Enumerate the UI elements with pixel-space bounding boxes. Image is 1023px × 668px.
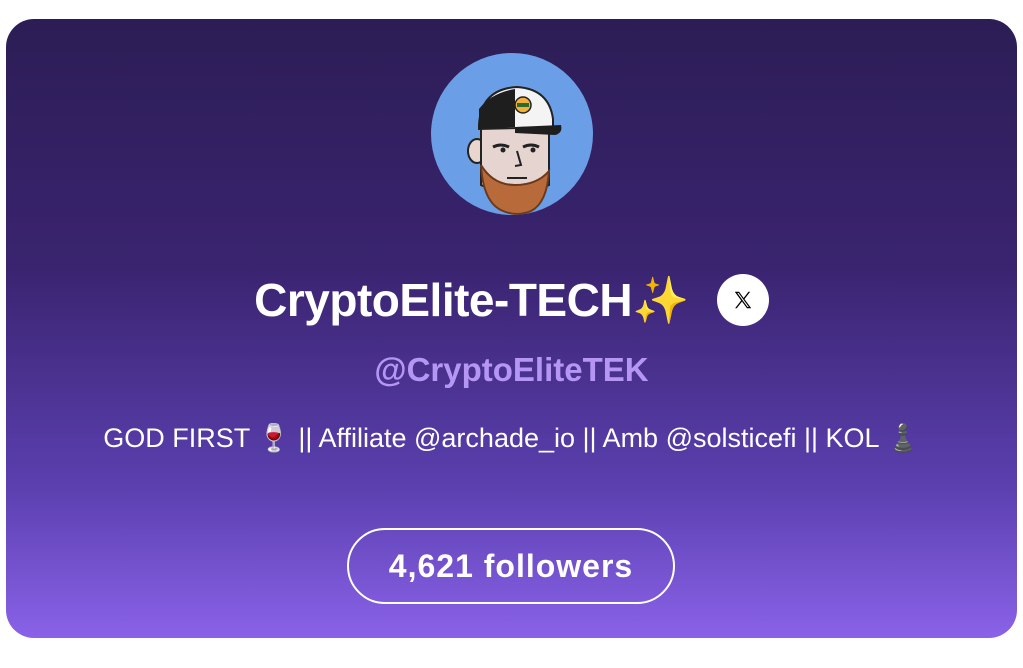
followers-button[interactable]: 4,621 followers <box>347 528 675 604</box>
profile-handle[interactable]: @CryptoEliteTEK <box>6 351 1017 389</box>
profile-card: CryptoElite-TECH✨ @CryptoEliteTEK GOD FI… <box>6 19 1017 638</box>
avatar-cartoon-man-cap-icon <box>467 85 562 215</box>
x-logo-icon[interactable] <box>716 274 769 326</box>
display-name: CryptoElite-TECH✨ <box>254 273 689 326</box>
name-row: CryptoElite-TECH✨ <box>6 265 1017 335</box>
avatar[interactable] <box>431 53 593 215</box>
profile-bio: GOD FIRST 🍷 || Affiliate @archade_io || … <box>103 423 920 453</box>
